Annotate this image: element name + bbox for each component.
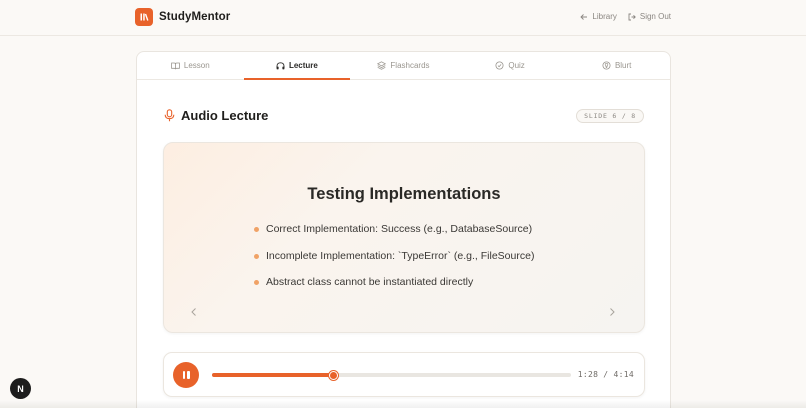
signout-label: Sign Out xyxy=(639,12,671,21)
clock-check-icon xyxy=(495,61,504,70)
lesson-card: Lesson Lecture Flashcards Quiz Blurt Aud… xyxy=(136,51,671,408)
bottom-fade xyxy=(0,400,806,408)
brand[interactable]: StudyMentor xyxy=(135,8,230,26)
bullet-dot-icon xyxy=(254,227,259,232)
lecture-slide: Testing Implementations Correct Implemen… xyxy=(163,142,645,333)
playback-time: 1:28 / 4:14 xyxy=(577,370,634,379)
pause-icon xyxy=(182,371,185,379)
list-item: Abstract class cannot be instantiated di… xyxy=(254,276,534,303)
bullet-dot-icon xyxy=(254,280,259,285)
chevron-left-icon xyxy=(191,308,196,316)
tab-label: Lesson xyxy=(183,61,210,70)
lightbulb-icon xyxy=(602,61,611,70)
tab-lecture[interactable]: Lecture xyxy=(243,52,351,80)
tab-label: Quiz xyxy=(508,61,525,70)
bullet-text: Incomplete Implementation: `TypeError` (… xyxy=(266,249,535,262)
library-label: Library xyxy=(592,12,617,21)
microphone-icon xyxy=(164,109,175,122)
dev-tools-badge[interactable]: N xyxy=(10,378,31,399)
top-nav: Library Sign Out xyxy=(580,12,671,21)
tab-flashcards[interactable]: Flashcards xyxy=(350,52,457,79)
bullet-text: Abstract class cannot be instantiated di… xyxy=(266,276,474,288)
tab-label: Lecture xyxy=(288,61,318,70)
list-item: Correct Implementation: Success (e.g., D… xyxy=(254,223,534,250)
tab-quiz[interactable]: Quiz xyxy=(457,52,564,79)
tab-blurt[interactable]: Blurt xyxy=(563,52,670,79)
studymentor-logo-icon xyxy=(135,8,153,26)
audio-progress-fill xyxy=(212,373,334,377)
slide-counter-badge: SLIDE 6 / 8 xyxy=(576,109,644,123)
audio-player: 1:28 / 4:14 xyxy=(163,352,645,397)
list-item: Incomplete Implementation: `TypeError` (… xyxy=(254,250,534,277)
audio-progress-slider[interactable] xyxy=(212,370,571,380)
headphones-icon xyxy=(276,61,285,69)
signout-link[interactable]: Sign Out xyxy=(628,12,671,21)
section-title: Audio Lecture xyxy=(181,108,269,123)
library-link[interactable]: Library xyxy=(580,12,617,21)
slide-bullet-list: Correct Implementation: Success (e.g., D… xyxy=(254,223,534,303)
tab-label: Flashcards xyxy=(390,61,430,70)
bullet-dot-icon xyxy=(254,253,259,259)
audio-progress-handle[interactable] xyxy=(328,370,338,380)
brand-name: StudyMentor xyxy=(159,11,231,23)
tab-lesson[interactable]: Lesson xyxy=(137,52,244,79)
top-bar: StudyMentor Library Sign Out xyxy=(0,0,806,36)
next-slide-button[interactable] xyxy=(608,307,616,318)
book-icon xyxy=(171,62,180,69)
bullet-text: Correct Implementation: Success (e.g., D… xyxy=(266,223,533,235)
pause-icon-bar xyxy=(187,371,190,379)
layers-icon xyxy=(377,61,387,70)
chevron-right-icon xyxy=(610,308,615,316)
logout-icon xyxy=(628,13,636,20)
section-header: Audio Lecture xyxy=(164,108,268,123)
tab-label: Blurt xyxy=(614,61,632,70)
previous-slide-button[interactable] xyxy=(190,307,198,318)
pause-button[interactable] xyxy=(173,362,199,388)
arrow-left-icon xyxy=(580,13,588,20)
tab-bar: Lesson Lecture Flashcards Quiz Blurt xyxy=(137,52,670,80)
slide-heading: Testing Implementations xyxy=(307,185,501,203)
